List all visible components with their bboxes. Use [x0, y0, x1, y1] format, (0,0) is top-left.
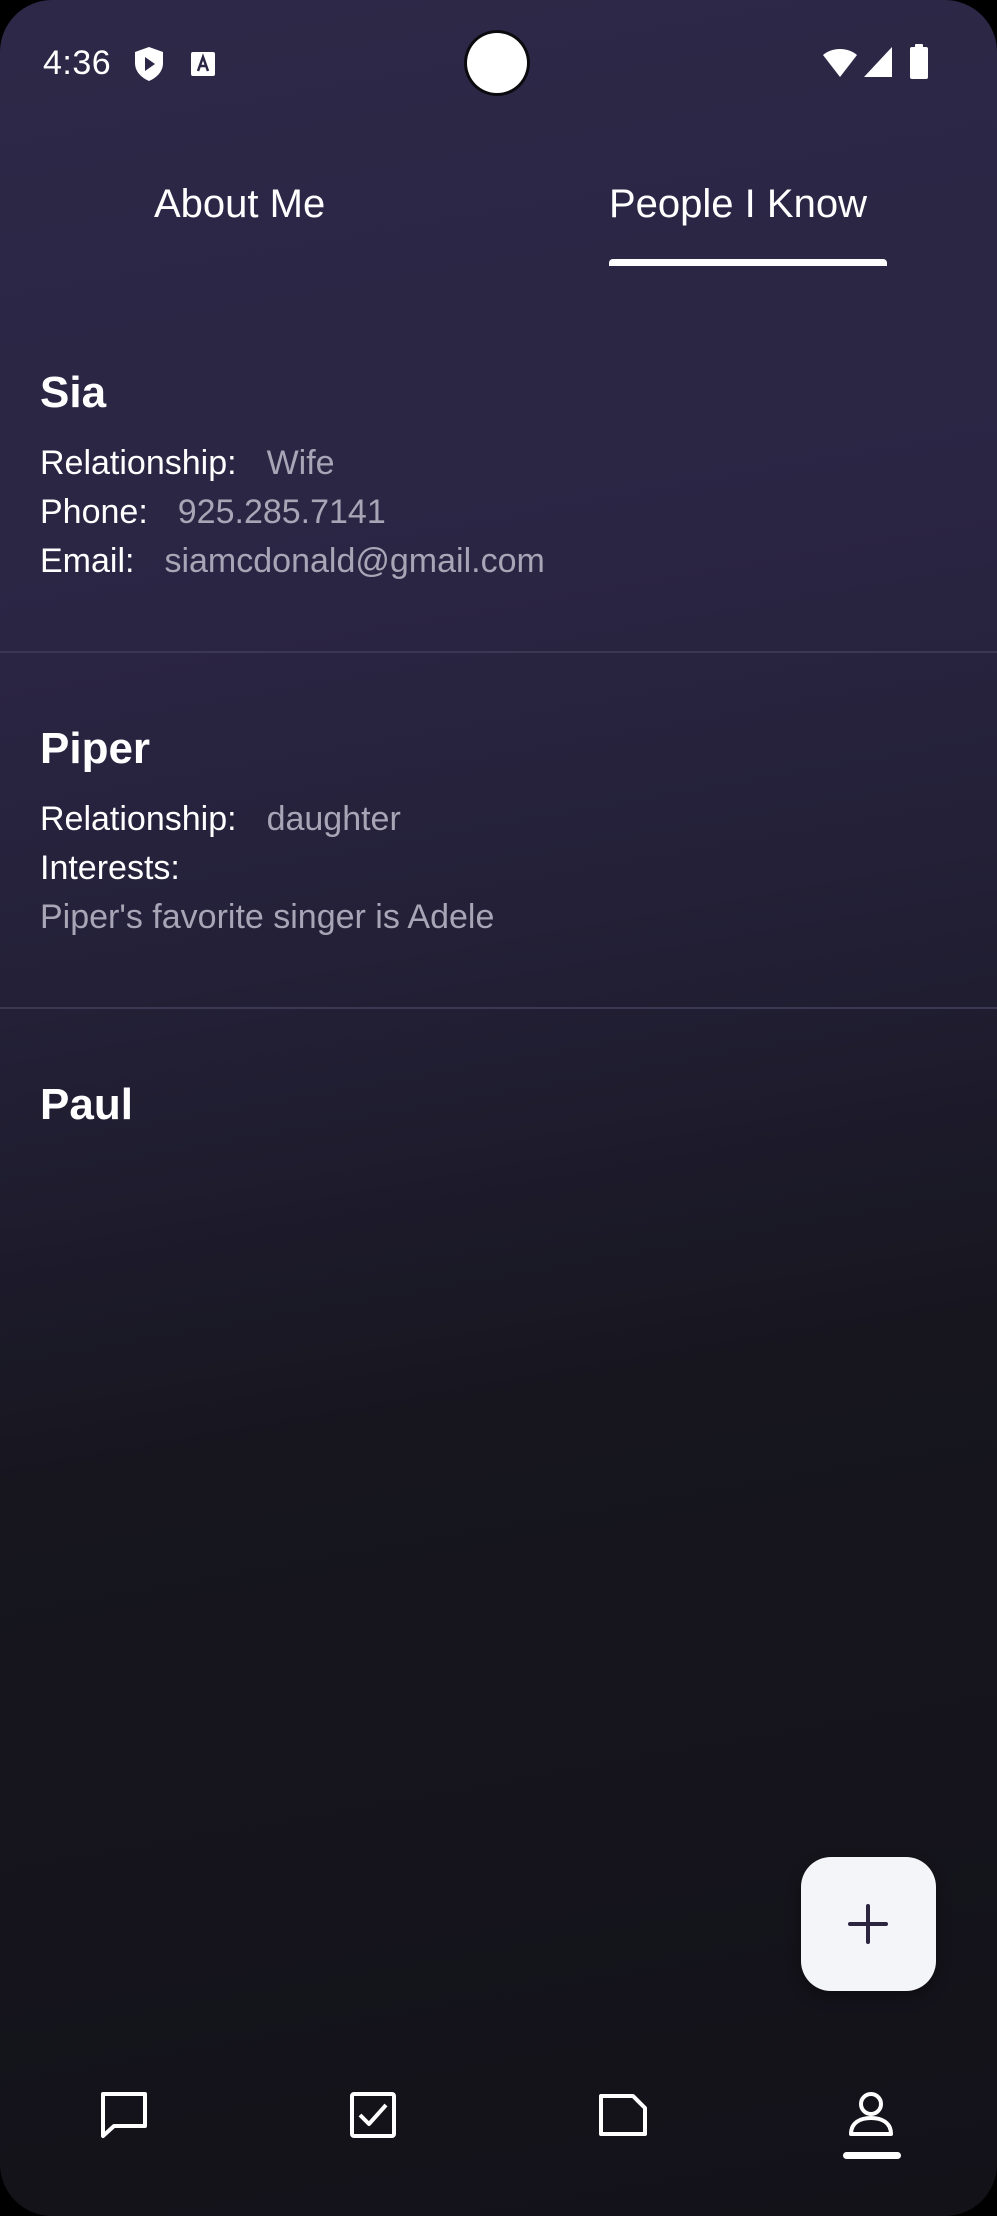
add-contact-button[interactable] — [801, 1857, 936, 1991]
status-bar: 4:36 — [0, 0, 997, 130]
bottom-navigation — [0, 2040, 997, 2216]
tab-people-i-know[interactable]: People I Know — [609, 182, 867, 227]
front-camera — [467, 33, 527, 93]
contact-name: Sia — [40, 368, 107, 417]
wifi-icon — [822, 46, 858, 83]
tab-bar: About Me People I Know — [0, 160, 997, 270]
contact-name: Paul — [40, 1080, 133, 1129]
font-a-icon — [190, 51, 216, 82]
person-icon — [849, 2092, 893, 2136]
relationship-value: daughter — [266, 800, 401, 838]
interests-label: Interests: — [40, 849, 180, 887]
phone-value[interactable]: 925.285.7141 — [178, 493, 386, 531]
nav-chat[interactable] — [64, 2060, 184, 2160]
relationship-label: Relationship: — [40, 800, 237, 838]
divider — [0, 651, 997, 653]
nav-tasks[interactable] — [313, 2060, 433, 2160]
nav-selected-indicator — [843, 2152, 901, 2159]
contact-card-sia[interactable]: Sia Relationship: Wife Phone: 925.285.7141… — [0, 368, 997, 650]
battery-icon — [909, 44, 929, 85]
checkbox-icon — [350, 2092, 396, 2138]
contact-card-piper[interactable]: Piper Relationship: daughter Interests: P… — [0, 724, 997, 1004]
phone-label: Phone: — [40, 493, 148, 531]
app-screen: 4:36 About Me People I Know Sia Relation… — [0, 0, 997, 2216]
contact-card-paul[interactable]: Paul — [0, 1080, 997, 1160]
relationship-row: Relationship: daughter — [40, 800, 401, 839]
email-row: Email: siamcdonald@gmail.com — [40, 542, 545, 581]
relationship-value: Wife — [266, 444, 335, 482]
plus-icon — [848, 1904, 888, 1944]
signal-icon — [863, 46, 893, 83]
interests-value: Piper's favorite singer is Adele — [40, 898, 495, 936]
note-icon — [599, 2094, 647, 2136]
email-value[interactable]: siamcdonald@gmail.com — [164, 542, 544, 580]
chat-icon — [101, 2092, 147, 2138]
phone-row: Phone: 925.285.7141 — [40, 493, 386, 532]
shield-play-icon — [133, 46, 165, 87]
nav-profile[interactable] — [811, 2060, 931, 2160]
email-label: Email: — [40, 542, 135, 580]
divider — [0, 1007, 997, 1009]
contact-name: Piper — [40, 724, 151, 773]
status-time: 4:36 — [43, 44, 112, 82]
tab-selected-indicator — [609, 259, 887, 266]
relationship-row: Relationship: Wife — [40, 444, 335, 483]
nav-notes[interactable] — [562, 2060, 682, 2160]
tab-about-me[interactable]: About Me — [154, 182, 325, 227]
interests-row: Interests: — [40, 849, 180, 888]
relationship-label: Relationship: — [40, 444, 237, 482]
